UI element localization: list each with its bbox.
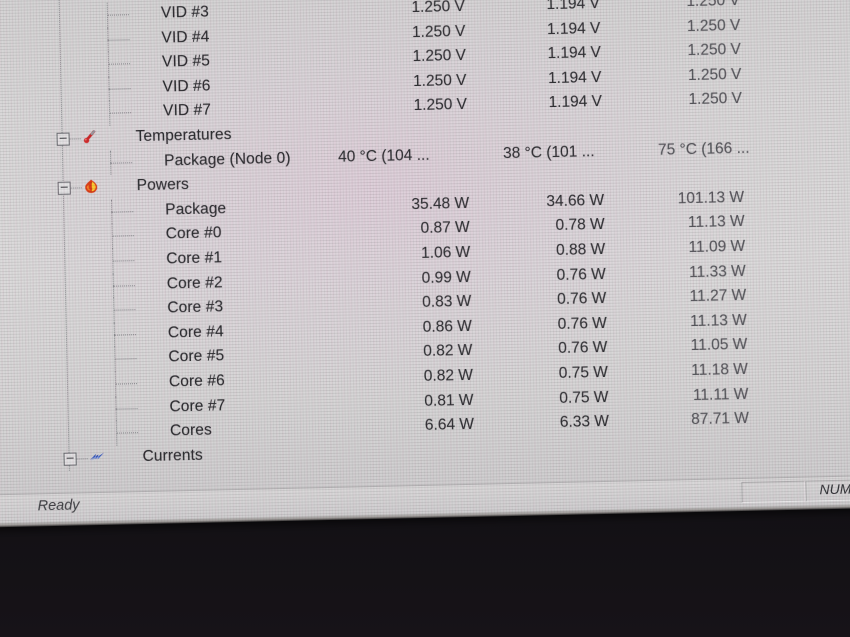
monitor-panel: VID #3 1.250 V 1.194 V 1.250 V VID #4 1.250 V… bbox=[0, 0, 850, 528]
value-column-3: 11.11 W bbox=[692, 385, 749, 404]
value-column-1: 1.250 V bbox=[411, 22, 466, 41]
tree-guide-line-stub bbox=[113, 333, 136, 336]
tree-guide-line-group-stub bbox=[68, 138, 81, 140]
tree-row-label: Core #3 bbox=[167, 298, 224, 317]
num-lock-indicator: NUM bbox=[819, 480, 850, 498]
value-column-1: 0.99 W bbox=[421, 268, 471, 287]
tree-row-label: Core #4 bbox=[167, 322, 224, 342]
value-column-3: 1.250 V bbox=[686, 16, 741, 35]
tree-row-label: VID #6 bbox=[162, 77, 211, 96]
sensor-window-content: VID #3 1.250 V 1.194 V 1.250 V VID #4 1.250 V… bbox=[0, 0, 850, 528]
tree-row-label: Powers bbox=[136, 176, 190, 195]
value-column-2: 1.194 V bbox=[548, 93, 603, 112]
value-column-1: 0.87 W bbox=[420, 219, 470, 238]
tree-row-label: VID #7 bbox=[162, 101, 212, 120]
tree-guide-line-stub bbox=[107, 38, 130, 41]
value-column-3: 11.05 W bbox=[690, 336, 748, 355]
value-column-3: 11.27 W bbox=[689, 286, 747, 306]
tree-guide-line-stub bbox=[108, 63, 131, 65]
tree-guide-line-stub bbox=[116, 432, 139, 434]
tree-guide-line-stub bbox=[108, 88, 131, 90]
status-text: Ready bbox=[37, 497, 80, 515]
value-column-2: 6.33 W bbox=[559, 412, 610, 432]
tree-row-label: Core #7 bbox=[169, 396, 226, 415]
value-column-2: 34.66 W bbox=[546, 191, 605, 210]
tree-row-label: VID #5 bbox=[161, 52, 211, 71]
photographed-screen: VID #3 1.250 V 1.194 V 1.250 V VID #4 1.250 V… bbox=[0, 0, 850, 637]
value-column-3: 11.18 W bbox=[691, 360, 749, 379]
value-column-3: 101.13 W bbox=[677, 188, 745, 208]
value-column-1: 0.83 W bbox=[422, 292, 472, 312]
value-column-3: 11.13 W bbox=[690, 311, 747, 330]
value-column-2: 1.194 V bbox=[547, 44, 602, 63]
tree-guide-line-stub bbox=[109, 112, 132, 115]
value-column-1: 35.48 W bbox=[411, 194, 470, 213]
tree-row-label: Package (Node 0) bbox=[163, 149, 291, 170]
tree-row-label: Core #2 bbox=[166, 273, 223, 293]
value-column-1: 1.250 V bbox=[413, 96, 468, 115]
tree-guide-line-stub bbox=[111, 210, 134, 213]
lightning-icon bbox=[88, 449, 105, 466]
tree-row-label: VID #4 bbox=[161, 28, 210, 47]
value-column-1: 1.06 W bbox=[420, 243, 471, 262]
tree-row-label: Core #0 bbox=[165, 224, 222, 243]
value-column-2: 1.194 V bbox=[547, 68, 602, 87]
value-column-2: 0.76 W bbox=[557, 314, 607, 333]
value-column-2: 0.75 W bbox=[558, 363, 609, 382]
value-column-1: 0.82 W bbox=[423, 342, 473, 361]
tree-guide-line-stub bbox=[112, 260, 135, 262]
value-column-1: 6.64 W bbox=[424, 415, 475, 434]
value-column-3: 1.250 V bbox=[687, 65, 742, 84]
tree-guide-line-stub bbox=[111, 235, 134, 238]
value-column-3: 11.09 W bbox=[688, 237, 746, 257]
value-column-2: 1.194 V bbox=[546, 19, 601, 38]
value-column-1: 0.82 W bbox=[423, 366, 474, 385]
value-column-3: 11.13 W bbox=[687, 213, 745, 232]
tree-row-label: Package bbox=[165, 199, 227, 219]
tree-guide-line-stub bbox=[106, 14, 129, 16]
tree-row-label: VID #3 bbox=[160, 3, 210, 22]
value-column-3: 1.250 V bbox=[688, 90, 743, 109]
tree-row-label: Temperatures bbox=[135, 126, 232, 146]
tree-row-label: Core #6 bbox=[168, 372, 225, 391]
tree-guide-line-stub bbox=[115, 407, 138, 410]
value-column-1: 1.250 V bbox=[412, 47, 467, 66]
tree-row-label: Cores bbox=[169, 421, 213, 440]
tree-row-label: Core #1 bbox=[166, 249, 223, 268]
tree-guide-line-stub bbox=[114, 383, 138, 385]
tree-guide-line-stub bbox=[114, 358, 137, 360]
value-column-1: 0.81 W bbox=[424, 391, 474, 410]
value-column-2: 0.75 W bbox=[559, 388, 609, 407]
value-column-3: 75 °C (166 ... bbox=[657, 139, 750, 159]
value-column-3: 11.33 W bbox=[688, 262, 746, 281]
status-panel-blank bbox=[741, 480, 806, 503]
value-column-1: 1.250 V bbox=[412, 71, 467, 90]
tree-row-label: Currents bbox=[142, 446, 203, 465]
value-column-2: 0.88 W bbox=[555, 240, 606, 259]
value-column-1: 40 °C (104 ... bbox=[337, 146, 430, 166]
tree-guide-line-stub bbox=[112, 284, 135, 287]
tree-guide-line-stub bbox=[113, 309, 136, 311]
value-column-2: 0.76 W bbox=[556, 290, 607, 309]
sensor-tree[interactable]: VID #3 1.250 V 1.194 V 1.250 V VID #4 1.250 V… bbox=[0, 0, 850, 473]
value-column-3: 1.250 V bbox=[687, 41, 742, 60]
value-column-3: 87.71 W bbox=[690, 409, 750, 429]
value-column-2: 0.78 W bbox=[555, 216, 605, 235]
tree-guide-line-group-stub bbox=[69, 187, 82, 189]
flame-icon bbox=[83, 178, 100, 195]
value-column-2: 0.76 W bbox=[556, 265, 606, 284]
tree-row-label: Core #5 bbox=[168, 347, 225, 366]
value-column-1: 0.86 W bbox=[422, 317, 473, 336]
tree-guide-line-group-stub bbox=[75, 457, 88, 460]
tree-guide-line-stub bbox=[110, 161, 133, 164]
thermometer-icon bbox=[81, 129, 98, 146]
value-column-2: 0.76 W bbox=[558, 339, 608, 358]
value-column-2: 38 °C (101 ... bbox=[502, 142, 595, 162]
